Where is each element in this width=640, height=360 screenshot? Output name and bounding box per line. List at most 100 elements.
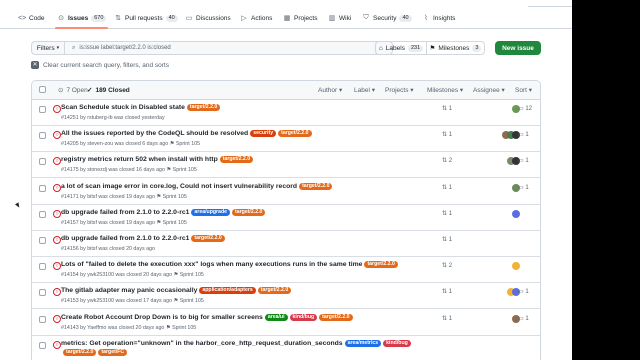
tab-issues[interactable]: ⊙ Issues 670 <box>54 10 109 29</box>
issue-row: ○ Lots of "failed to delete the execution… <box>32 257 540 284</box>
comment-count[interactable]: ▭ 1 <box>518 157 529 164</box>
issue-checkbox[interactable] <box>39 184 46 192</box>
issue-checkbox[interactable] <box>39 341 46 349</box>
issue-search-input[interactable]: ⌕ is:issue label:target/2.2.0 is:closed <box>64 41 393 55</box>
issue-label[interactable]: area/ui <box>264 313 288 321</box>
issue-label[interactable]: area/metrics <box>344 339 382 347</box>
open-issues-toggle[interactable]: ⊙ 7 Open <box>58 86 88 95</box>
issue-title-link[interactable]: All the issues reported by the CodeQL sh… <box>61 130 248 137</box>
sort-filter[interactable]: Sort ▾ <box>515 86 532 94</box>
issue-label[interactable]: security <box>250 130 277 138</box>
issue-opened-by-text: #14154 by ywk253100 was closed 20 days a… <box>61 272 173 279</box>
issue-title-line: metrics: Get operation="unknown" in the … <box>61 339 411 347</box>
issue-checkbox[interactable] <box>39 210 46 218</box>
issue-milestone-link[interactable]: Sprint 105 <box>172 325 196 331</box>
comment-count[interactable]: ▭ 1 <box>518 288 529 295</box>
milestones-filter[interactable]: Milestones ▾ <box>427 86 463 94</box>
issue-title-line: Create Robot Account Drop Down is to big… <box>61 313 353 321</box>
linked-pr-count[interactable]: ⇅ 1 <box>442 210 452 217</box>
issue-checkbox[interactable] <box>39 106 46 113</box>
assignee-filter[interactable]: Assignee ▾ <box>473 86 505 94</box>
comment-number: 1 <box>525 315 529 322</box>
linked-pr-count[interactable]: ⇅ 2 <box>442 262 452 269</box>
issue-label[interactable]: kind/bug <box>383 339 411 347</box>
issue-opened-by-text: #14205 by steven-zou was closed 6 days a… <box>61 141 169 148</box>
issue-milestone-link[interactable]: Sprint 105 <box>173 167 197 173</box>
issue-label[interactable]: target/2.2.0 <box>257 287 292 295</box>
labels-button[interactable]: ⌂ Labels 231 <box>375 41 427 55</box>
issue-title-link[interactable]: The gitlab adapter may panic occasionall… <box>61 287 197 294</box>
issue-milestone-link[interactable]: Sprint 105 <box>163 220 187 226</box>
comment-count[interactable]: ▭ 1 <box>518 315 529 322</box>
linked-pr-number: 1 <box>448 315 453 322</box>
issue-filter-bar: Filters ▾ ⌕ is:issue label:target/2.2.0 … <box>31 41 541 55</box>
clear-filters-link[interactable]: ✕ Clear current search query, filters, a… <box>31 61 169 69</box>
filters-label: Filters <box>36 44 55 52</box>
issue-milestone-link[interactable]: Sprint 105 <box>180 298 204 304</box>
issue-title-link[interactable]: db upgrade failed from 2.1.0 to 2.2.0-rc… <box>61 235 189 242</box>
issue-title-link[interactable]: db upgrade failed from 2.1.0 to 2.2.0-rc… <box>61 209 189 216</box>
linked-pr-count[interactable]: ⇅ 1 <box>442 105 452 112</box>
projects-filter[interactable]: Projects ▾ <box>385 86 414 94</box>
comment-count[interactable]: ▭ 1 <box>518 131 529 138</box>
select-all-checkbox[interactable] <box>39 86 46 93</box>
tab-actions[interactable]: ▷ Actions <box>240 10 272 26</box>
labels-count: 231 <box>407 44 424 52</box>
linked-pr-count[interactable]: ⇅ 1 <box>442 236 452 243</box>
tab-projects[interactable]: ▦ Projects <box>283 10 318 26</box>
issue-checkbox[interactable] <box>39 263 46 271</box>
issue-label[interactable]: target/FC <box>98 348 128 356</box>
issue-label[interactable]: target/2.2.0 <box>278 130 312 138</box>
tab-wiki[interactable]: ▥ Wiki <box>328 10 352 26</box>
milestones-button[interactable]: ⚑ Milestones 3 <box>427 41 485 55</box>
issue-title-link[interactable]: metrics: Get operation="unknown" in the … <box>61 340 343 347</box>
tab-pull-requests[interactable]: ⇅ Pull requests 40 <box>114 10 178 26</box>
tab-code[interactable]: <> Code <box>18 10 45 26</box>
issue-milestone-link[interactable]: Sprint 105 <box>176 141 200 147</box>
issue-label[interactable]: target/2.2.0 <box>364 261 398 269</box>
comment-count[interactable]: ▭ 12 <box>518 105 532 112</box>
issue-title-link[interactable]: Scan Schedule stuck in Disabled state <box>61 104 185 111</box>
issue-label[interactable]: target/2.2.0 <box>191 235 225 242</box>
issue-title-link[interactable]: Create Robot Account Drop Down is to big… <box>61 314 263 321</box>
issue-label[interactable]: kind/bug <box>289 313 318 321</box>
issue-checkbox[interactable] <box>39 315 46 323</box>
book-icon: ▥ <box>328 15 336 22</box>
linked-pr-count[interactable]: ⇅ 1 <box>442 184 452 191</box>
tab-insights[interactable]: ⌇ Insights <box>422 10 455 26</box>
filters-dropdown-button[interactable]: Filters ▾ <box>31 41 64 55</box>
issue-label[interactable]: area/upgrade <box>191 208 231 216</box>
issue-milestone-link[interactable]: Sprint 105 <box>163 194 187 200</box>
issues-list-header: ⊙ 7 Open ✓ 189 Closed Author ▾ Label ▾ P… <box>32 81 540 100</box>
tab-discussions[interactable]: ▭ Discussions <box>185 10 231 26</box>
issue-label[interactable]: target/2.2.0 <box>232 208 266 216</box>
issue-checkbox[interactable] <box>39 132 46 140</box>
label-filter[interactable]: Label ▾ <box>354 86 375 94</box>
linked-pr-count[interactable]: ⇅ 1 <box>442 288 452 295</box>
issue-checkbox[interactable] <box>39 158 46 166</box>
closed-issues-toggle[interactable]: ✓ 189 Closed <box>87 86 130 95</box>
git-pull-request-icon: ⇅ <box>115 15 121 22</box>
author-filter[interactable]: Author ▾ <box>318 86 342 94</box>
comment-count[interactable]: ▭ 1 <box>518 184 529 191</box>
comment-number: 1 <box>525 132 529 139</box>
linked-pr-count[interactable]: ⇅ 2 <box>442 157 452 164</box>
issue-label[interactable]: target/2.2.0 <box>63 348 97 356</box>
linked-pr-count[interactable]: ⇅ 1 <box>442 131 452 138</box>
issue-checkbox[interactable] <box>39 289 46 297</box>
new-issue-button[interactable]: New issue <box>495 41 541 55</box>
issue-checkbox[interactable] <box>39 237 46 244</box>
assignee-avatar[interactable] <box>512 262 520 271</box>
issue-label[interactable]: target/2.2.0 <box>299 182 333 190</box>
linked-pr-count[interactable]: ⇅ 1 <box>442 315 452 322</box>
issue-milestone-link[interactable]: Sprint 105 <box>180 272 204 278</box>
issue-title-link[interactable]: registry metrics return 502 when install… <box>61 156 218 163</box>
tab-security[interactable]: ⛉ Security 40 <box>362 10 412 26</box>
issue-label[interactable]: target/2.2.0 <box>186 104 221 111</box>
issue-title-link[interactable]: Lots of "failed to delete the execution … <box>61 261 362 268</box>
issue-label[interactable]: application/adapters <box>199 287 256 295</box>
issue-title-link[interactable]: a lot of scan image error in core.log, C… <box>61 183 297 190</box>
issue-label[interactable]: target/2.2.0 <box>219 156 254 164</box>
assignee-avatar[interactable] <box>512 209 520 218</box>
issue-label[interactable]: target/2.2.0 <box>319 313 353 321</box>
